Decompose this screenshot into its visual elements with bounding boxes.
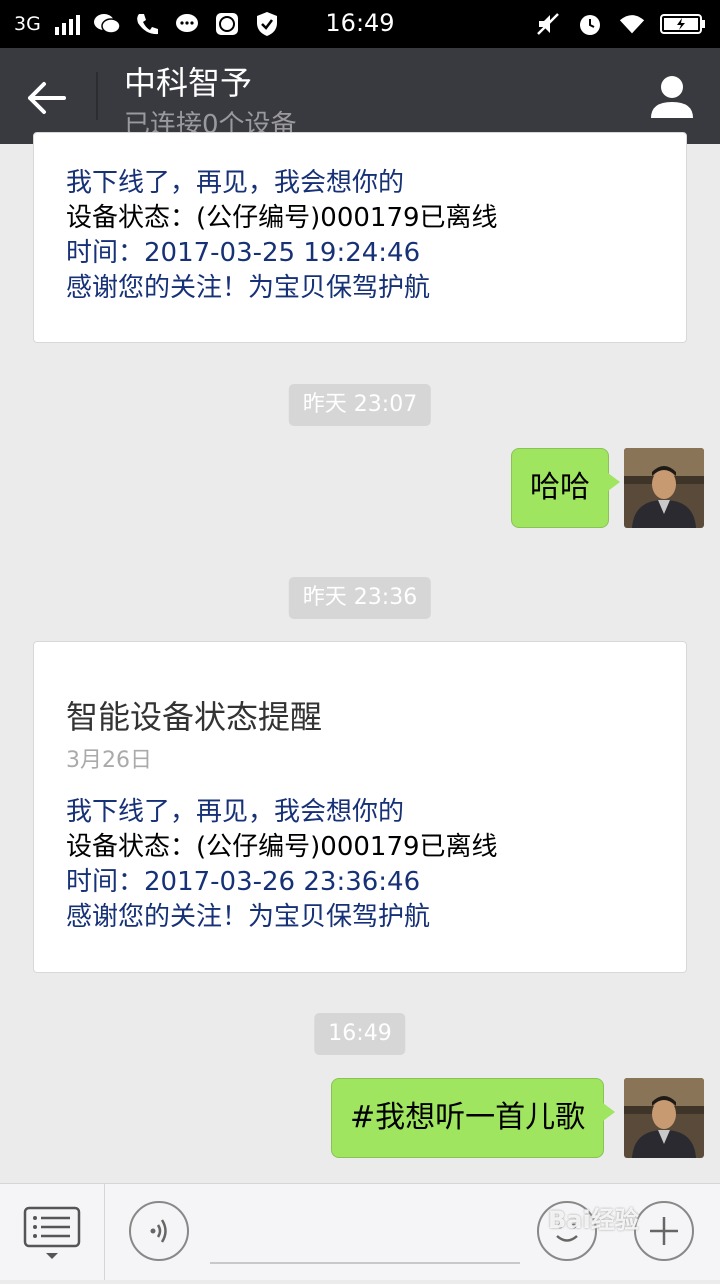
status-right	[534, 10, 706, 38]
alarm-icon	[576, 10, 604, 38]
timestamp: 昨天 23:36	[288, 577, 432, 619]
card-line: 时间：2017-03-25 19:24:46	[66, 238, 421, 268]
card-line: 我下线了，再见，我会想你的	[66, 797, 405, 827]
notification-card[interactable]: 智能设备状态提醒 3月26日 我下线了，再见，我会想你的 设备状态：(公仔编号)…	[33, 641, 687, 973]
voice-button[interactable]	[129, 1201, 189, 1261]
page-title: 中科智予	[124, 64, 253, 102]
wifi-icon	[618, 10, 646, 38]
avatar[interactable]	[624, 448, 704, 528]
card-line: 我下线了，再见，我会想你的	[66, 168, 405, 198]
card-line: 时间：2017-03-26 23:36:46	[66, 867, 421, 897]
status-bar: 3G 16:49	[0, 0, 720, 48]
sent-message-bubble[interactable]: #我想听一首儿歌	[331, 1078, 616, 1158]
plus-icon	[650, 1217, 678, 1245]
card-line: 感谢您的关注！为宝贝保驾护航	[66, 902, 431, 932]
message-input[interactable]	[210, 1262, 520, 1264]
mute-icon	[534, 10, 562, 38]
card-line: 设备状态：(公仔编号)000179已离线	[66, 832, 498, 862]
message-text: #我想听一首儿歌	[350, 1100, 586, 1135]
card-line: 设备状态：(公仔编号)000179已离线	[66, 203, 498, 233]
timestamp: 昨天 23:07	[288, 384, 432, 426]
message-text: 哈哈	[530, 470, 590, 505]
voice-icon	[150, 1219, 167, 1243]
menu-toggle-button[interactable]	[0, 1184, 105, 1280]
profile-button[interactable]	[650, 72, 694, 120]
notification-card: 我下线了，再见，我会想你的 设备状态：(公仔编号)000179已离线 时间：20…	[33, 132, 687, 343]
more-button[interactable]	[634, 1201, 694, 1261]
back-button[interactable]	[24, 74, 72, 122]
card-title: 智能设备状态提醒	[66, 698, 323, 736]
battery-icon	[660, 10, 706, 38]
card-date: 3月26日	[66, 748, 152, 773]
watermark: Bai经验	[548, 1206, 639, 1234]
chat-header: 中科智予 已连接0个设备	[0, 48, 720, 144]
header-divider	[96, 72, 98, 120]
avatar[interactable]	[624, 1078, 704, 1158]
card-line: 感谢您的关注！为宝贝保驾护航	[66, 273, 431, 303]
arrow-left-icon	[28, 82, 66, 114]
timestamp: 16:49	[314, 1013, 406, 1055]
list-menu-icon	[23, 1206, 81, 1259]
sent-message-bubble[interactable]: 哈哈	[511, 448, 620, 528]
person-icon	[651, 76, 693, 118]
